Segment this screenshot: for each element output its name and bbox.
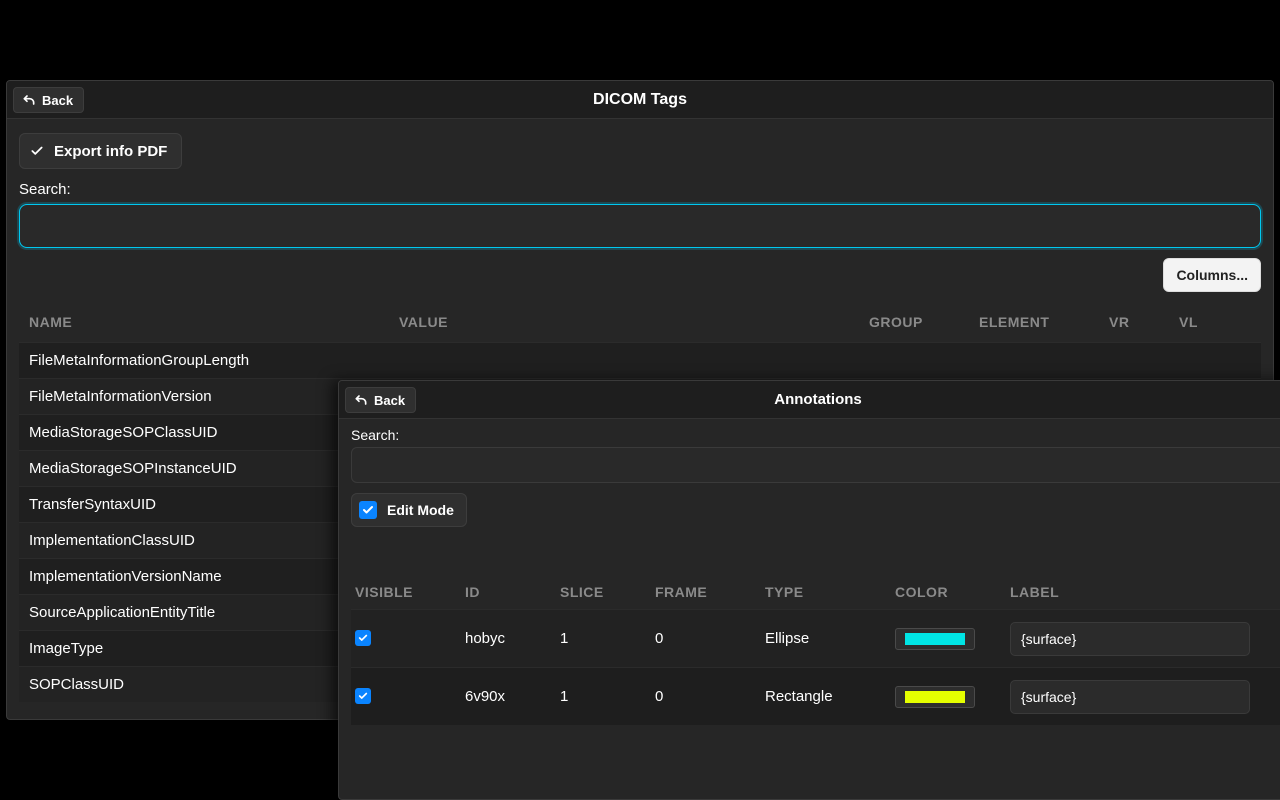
dicom-title: DICOM Tags bbox=[7, 81, 1273, 118]
col-color[interactable]: COLOR bbox=[895, 584, 1010, 600]
search-label: Search: bbox=[351, 427, 1280, 443]
edit-mode-label: Edit Mode bbox=[387, 502, 454, 518]
back-arrow-icon bbox=[352, 391, 370, 409]
export-pdf-button[interactable]: Export info PDF bbox=[19, 133, 182, 169]
col-slice[interactable]: SLICE bbox=[560, 584, 655, 600]
col-value[interactable]: VALUE bbox=[399, 314, 869, 330]
search-input[interactable] bbox=[351, 447, 1280, 483]
color-swatch[interactable] bbox=[895, 686, 975, 708]
annotation-row[interactable]: 6v90x 1 0 Rectangle bbox=[351, 667, 1280, 725]
check-icon bbox=[28, 142, 46, 160]
cell-type: Ellipse bbox=[765, 630, 895, 647]
col-id[interactable]: ID bbox=[465, 584, 560, 600]
search-label: Search: bbox=[19, 181, 1261, 198]
back-label: Back bbox=[42, 93, 73, 108]
visible-checkbox[interactable] bbox=[355, 688, 371, 704]
dicom-titlebar: Back DICOM Tags bbox=[7, 81, 1273, 119]
cell-frame: 0 bbox=[655, 630, 765, 647]
annotations-titlebar: Back Annotations bbox=[339, 381, 1280, 419]
table-row[interactable]: FileMetaInformationGroupLength bbox=[19, 342, 1261, 378]
color-chip bbox=[905, 691, 965, 703]
col-visible[interactable]: VISIBLE bbox=[355, 584, 465, 600]
annotations-title: Annotations bbox=[339, 381, 1280, 418]
search-input[interactable] bbox=[19, 204, 1261, 248]
cell-frame: 0 bbox=[655, 688, 765, 705]
export-label: Export info PDF bbox=[54, 143, 167, 160]
visible-checkbox[interactable] bbox=[355, 630, 371, 646]
back-button[interactable]: Back bbox=[13, 87, 84, 113]
back-button[interactable]: Back bbox=[345, 387, 416, 413]
col-element[interactable]: ELEMENT bbox=[979, 314, 1109, 330]
cell-slice: 1 bbox=[560, 630, 655, 647]
col-label[interactable]: LABEL bbox=[1010, 584, 1270, 600]
color-swatch[interactable] bbox=[895, 628, 975, 650]
annotations-table-header: VISIBLE ID SLICE FRAME TYPE COLOR LABEL bbox=[351, 575, 1280, 609]
back-arrow-icon bbox=[20, 91, 38, 109]
label-input[interactable] bbox=[1010, 622, 1250, 656]
cell-type: Rectangle bbox=[765, 688, 895, 705]
col-vr[interactable]: VR bbox=[1109, 314, 1179, 330]
cell-slice: 1 bbox=[560, 688, 655, 705]
col-vl[interactable]: VL bbox=[1179, 314, 1249, 330]
annotations-table: VISIBLE ID SLICE FRAME TYPE COLOR LABEL … bbox=[351, 575, 1280, 725]
edit-mode-toggle[interactable]: Edit Mode bbox=[351, 493, 467, 527]
back-label: Back bbox=[374, 393, 405, 408]
checkbox-icon bbox=[359, 501, 377, 519]
col-group[interactable]: GROUP bbox=[869, 314, 979, 330]
col-type[interactable]: TYPE bbox=[765, 584, 895, 600]
cell-id: 6v90x bbox=[465, 688, 560, 705]
col-name[interactable]: NAME bbox=[29, 314, 399, 330]
label-input[interactable] bbox=[1010, 680, 1250, 714]
color-chip bbox=[905, 633, 965, 645]
dicom-table-header: NAME VALUE GROUP ELEMENT VR VL bbox=[19, 302, 1261, 342]
col-frame[interactable]: FRAME bbox=[655, 584, 765, 600]
annotation-row[interactable]: hobyc 1 0 Ellipse bbox=[351, 609, 1280, 667]
annotations-window: Back Annotations Search: Edit Mode VISIB… bbox=[338, 380, 1280, 800]
cell-id: hobyc bbox=[465, 630, 560, 647]
columns-button[interactable]: Columns... bbox=[1163, 258, 1261, 292]
